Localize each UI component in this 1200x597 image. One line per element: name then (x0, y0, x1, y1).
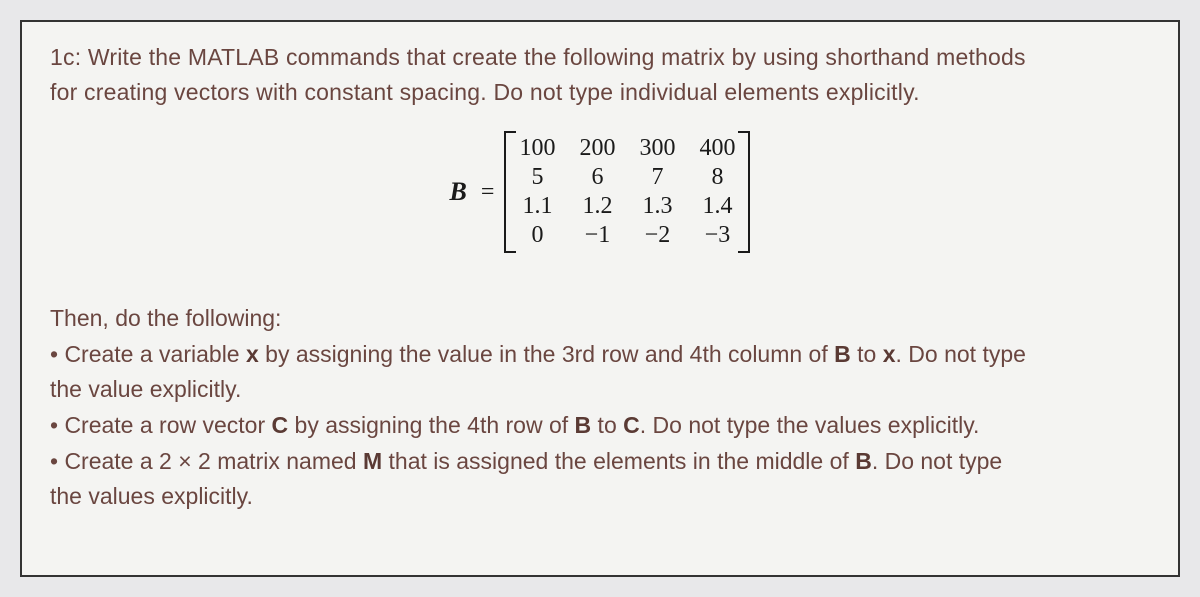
text: that is assigned the elements in the mid… (382, 448, 855, 474)
matrix-cell: 200 (578, 135, 616, 162)
matrix-cell: 7 (638, 164, 676, 191)
var-x: x (246, 341, 259, 367)
intro-line-2: for creating vectors with constant spaci… (50, 75, 1150, 110)
text: . Do not type the values explicitly. (640, 412, 980, 438)
text: to (851, 341, 883, 367)
matrix-name: B (450, 177, 467, 207)
matrix-cell: 1.3 (638, 193, 676, 220)
matrix-cell: 1.4 (698, 193, 736, 220)
tasks-header: Then, do the following: (50, 301, 1150, 337)
var-C: C (623, 412, 640, 438)
var-B: B (834, 341, 851, 367)
task-item-3: • Create a 2 × 2 matrix named M that is … (50, 444, 1150, 480)
text: • Create a row vector (50, 412, 272, 438)
matrix-cell: 400 (698, 135, 736, 162)
matrix-block: B = 100 200 300 400 5 6 7 8 1.1 1.2 1.3 … (50, 131, 1150, 253)
matrix-cell: 100 (518, 135, 556, 162)
matrix-cell: 0 (518, 222, 556, 249)
matrix-grid: 100 200 300 400 5 6 7 8 1.1 1.2 1.3 1.4 … (518, 135, 736, 249)
var-B: B (855, 448, 872, 474)
text: by assigning the value in the 3rd row an… (259, 341, 834, 367)
matrix-cell: 5 (518, 164, 556, 191)
question-box: 1c: Write the MATLAB commands that creat… (20, 20, 1180, 577)
text: by assigning the 4th row of (288, 412, 574, 438)
text: . Do not type (872, 448, 1002, 474)
matrix-cell: 1.2 (578, 193, 616, 220)
matrix-cell: 8 (698, 164, 736, 191)
matrix-cell: −1 (578, 222, 616, 249)
task-item-1-cont: the value explicitly. (50, 372, 1150, 408)
matrix-cell: 6 (578, 164, 616, 191)
tasks-block: Then, do the following: • Create a varia… (50, 301, 1150, 515)
var-C: C (272, 412, 289, 438)
task-item-2: • Create a row vector C by assigning the… (50, 408, 1150, 444)
task-item-1: • Create a variable x by assigning the v… (50, 337, 1150, 373)
matrix-cell: 300 (638, 135, 676, 162)
text: . Do not type (896, 341, 1026, 367)
matrix-cell: −3 (698, 222, 736, 249)
matrix-wrapper: B = 100 200 300 400 5 6 7 8 1.1 1.2 1.3 … (450, 131, 751, 253)
intro-line-1: 1c: Write the MATLAB commands that creat… (50, 40, 1150, 75)
task-item-3-cont: the values explicitly. (50, 479, 1150, 515)
text: • Create a variable (50, 341, 246, 367)
matrix-cell: 1.1 (518, 193, 556, 220)
equals-sign: = (481, 179, 495, 206)
var-x: x (883, 341, 896, 367)
problem-intro: 1c: Write the MATLAB commands that creat… (50, 40, 1150, 109)
text: to (591, 412, 623, 438)
var-M: M (363, 448, 382, 474)
matrix-cell: −2 (638, 222, 676, 249)
matrix-brackets: 100 200 300 400 5 6 7 8 1.1 1.2 1.3 1.4 … (504, 131, 750, 253)
var-B: B (575, 412, 592, 438)
text: • Create a 2 × 2 matrix named (50, 448, 363, 474)
